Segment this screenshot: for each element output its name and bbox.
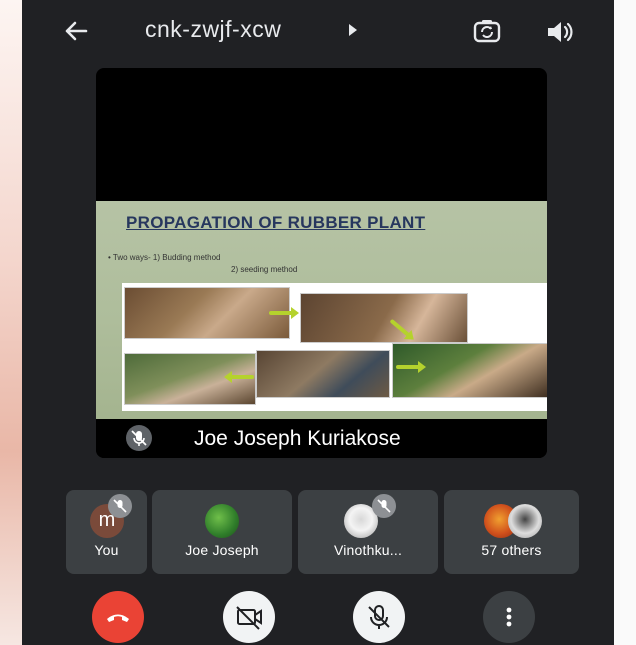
more-options-button[interactable]	[483, 591, 535, 643]
participant-tile-you[interactable]: m You	[66, 490, 147, 574]
meet-screen: cnk-zwjf-xcw PROPAGATION OF RUBBER PLANT…	[22, 0, 614, 645]
switch-camera-icon[interactable]	[472, 16, 502, 46]
main-speaker-name: Joe Joseph Kuriakose	[194, 427, 401, 450]
camera-toggle-button[interactable]	[223, 591, 275, 643]
speaker-icon[interactable]	[545, 19, 575, 45]
participant-label: You	[94, 542, 119, 558]
participant-label: Vinothku...	[333, 542, 403, 558]
mic-toggle-button[interactable]	[353, 591, 405, 643]
slide-photo-3	[392, 343, 547, 398]
speaker-label-bar: Joe Joseph Kuriakose	[96, 419, 547, 458]
slide-arrow-3	[396, 361, 426, 373]
participant-tile-joe[interactable]: Joe Joseph	[152, 490, 292, 574]
avatar	[205, 504, 239, 538]
slide-photo-4	[124, 353, 256, 405]
back-arrow-icon[interactable]	[62, 17, 90, 45]
hang-up-icon	[107, 614, 129, 622]
main-video-stage[interactable]: PROPAGATION OF RUBBER PLANT • Two ways- …	[96, 68, 547, 458]
participant-label: 57 others	[481, 542, 542, 558]
presentation-slide: PROPAGATION OF RUBBER PLANT • Two ways- …	[96, 201, 547, 419]
meeting-details-caret-icon[interactable]	[349, 24, 357, 36]
wallpaper-edge-left	[0, 0, 22, 645]
top-bar: cnk-zwjf-xcw	[22, 0, 614, 62]
slide-arrow-1	[269, 307, 299, 319]
participant-label: Joe Joseph	[185, 542, 259, 558]
slide-photo-1	[124, 287, 290, 339]
slide-photo-5	[256, 350, 390, 398]
participant-tile-others[interactable]: 57 others	[444, 490, 579, 574]
slide-photo-2	[300, 293, 468, 343]
slide-bullet-line2: 2) seeding method	[231, 265, 298, 274]
mic-off-icon	[108, 494, 132, 518]
slide-arrow-4	[230, 375, 254, 379]
wallpaper-edge-right	[614, 0, 636, 645]
camera-off-icon	[236, 606, 262, 630]
mic-off-icon	[372, 494, 396, 518]
mic-off-icon	[126, 425, 152, 451]
avatar	[508, 504, 542, 538]
call-controls	[22, 591, 614, 645]
slide-bullet-line1: • Two ways- 1) Budding method	[108, 253, 221, 262]
participant-tile-vinoth[interactable]: Vinothku...	[298, 490, 438, 574]
more-vert-icon	[506, 607, 512, 627]
mic-off-icon	[368, 605, 390, 629]
meeting-code[interactable]: cnk-zwjf-xcw	[145, 16, 281, 43]
end-call-button[interactable]	[92, 591, 144, 643]
slide-title: PROPAGATION OF RUBBER PLANT	[126, 213, 426, 232]
